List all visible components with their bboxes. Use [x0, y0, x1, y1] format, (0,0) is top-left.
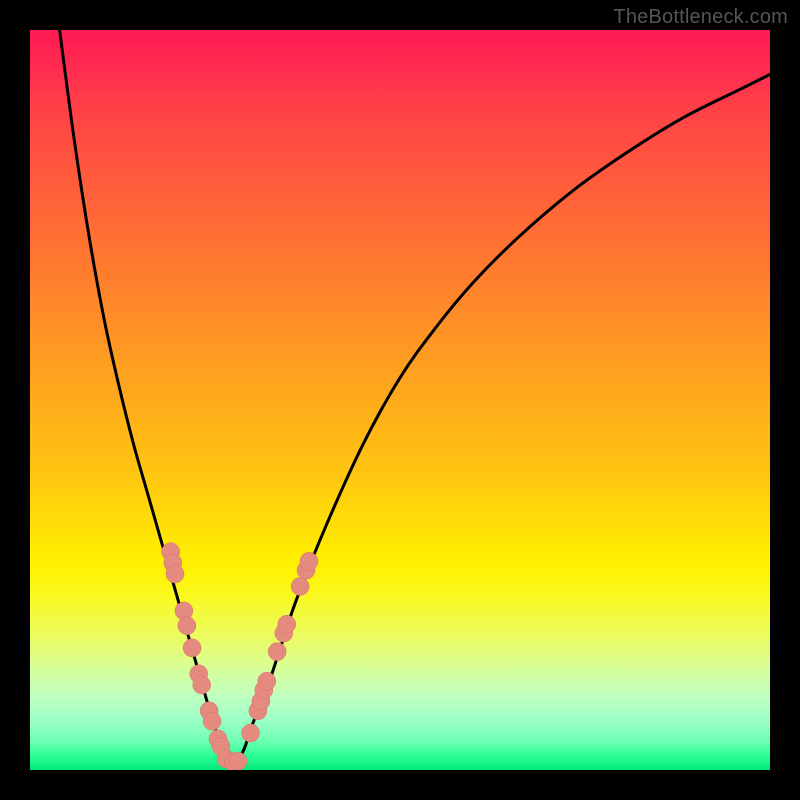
data-marker: [178, 617, 196, 635]
data-marker: [229, 752, 247, 770]
data-marker: [242, 724, 260, 742]
data-marker: [278, 615, 296, 633]
v-curve: [60, 30, 770, 763]
data-marker: [203, 712, 221, 730]
plot-area: [30, 30, 770, 770]
curve-right-branch: [237, 74, 770, 762]
data-marker: [268, 643, 286, 661]
curve-left-branch: [60, 30, 227, 763]
data-marker: [193, 676, 211, 694]
curve-layer: [30, 30, 770, 770]
data-marker: [166, 565, 184, 583]
chart-frame: TheBottleneck.com: [0, 0, 800, 800]
data-marker: [291, 577, 309, 595]
data-marker: [300, 552, 318, 570]
data-marker: [258, 672, 276, 690]
data-marker: [183, 639, 201, 657]
data-markers: [162, 543, 318, 770]
watermark-text: TheBottleneck.com: [613, 6, 788, 29]
